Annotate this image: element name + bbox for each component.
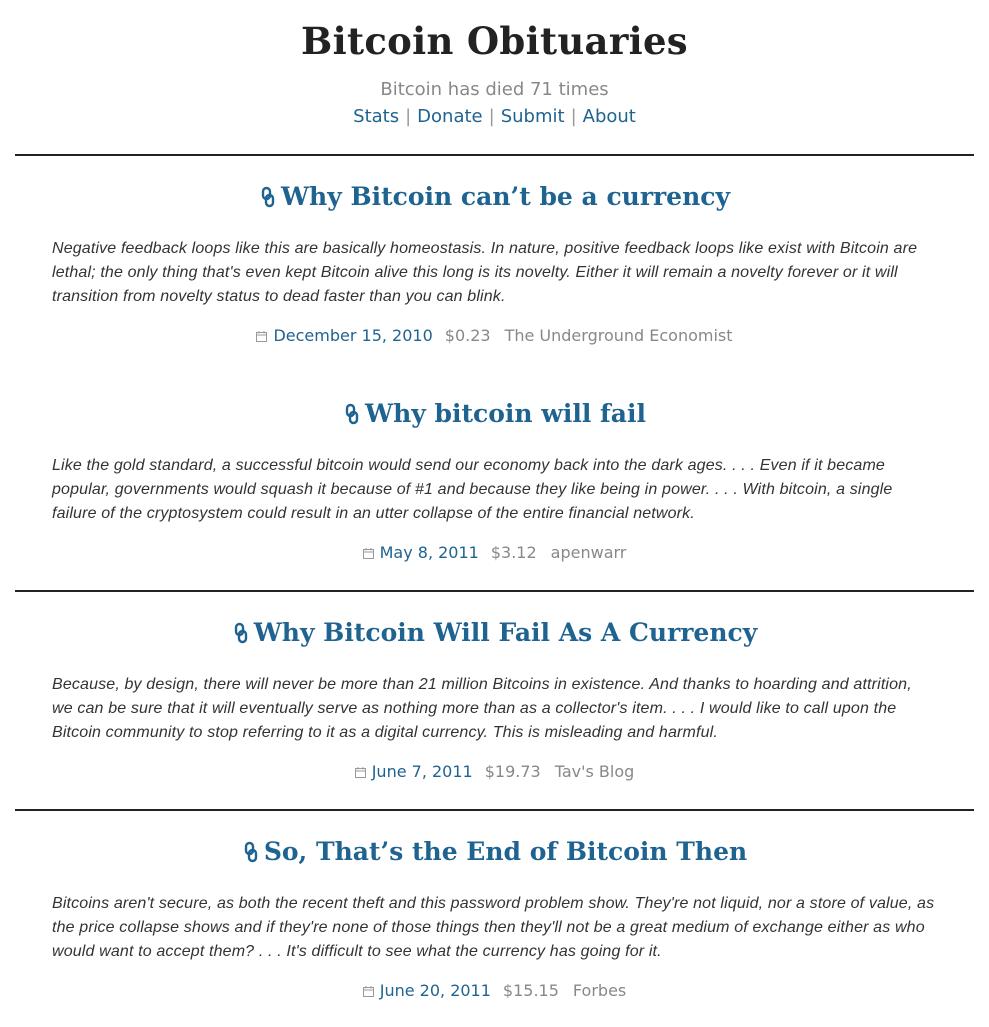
link-chain-icon <box>345 403 359 425</box>
death-count-tagline: Bitcoin has died 71 times <box>380 79 609 100</box>
entry-title: So, That’s the End of Bitcoin Then <box>0 835 989 869</box>
entry-meta: June 7, 2011 $19.73 Tav's Blog <box>0 761 989 783</box>
entry-title-link[interactable]: So, That’s the End of Bitcoin Then <box>242 837 747 866</box>
site-header: Bitcoin Obituaries Bitcoin has died 71 t… <box>0 0 989 129</box>
entry-date-link[interactable]: December 15, 2010 <box>273 326 432 345</box>
entry-quote: Because, by design, there will never be … <box>52 676 912 741</box>
link-chain-icon <box>261 186 275 208</box>
entry-source: Tav's Blog <box>554 762 635 781</box>
link-chain-icon <box>244 841 258 863</box>
entry-quote: Like the gold standard, a successful bit… <box>52 457 893 522</box>
entry-date-link[interactable]: May 8, 2011 <box>380 543 479 562</box>
entry-meta: May 8, 2011 $3.12 apenwarr <box>0 542 989 564</box>
entry-title-text: Why Bitcoin can’t be a currency <box>280 182 731 211</box>
entry-date-link[interactable]: June 7, 2011 <box>372 762 473 781</box>
entry-title-text: So, That’s the End of Bitcoin Then <box>263 837 748 866</box>
entry-price: $15.15 <box>502 981 559 1000</box>
nav-separator: | <box>405 106 412 127</box>
entry-date-link[interactable]: June 20, 2011 <box>380 981 491 1000</box>
calendar-icon <box>354 767 366 778</box>
main-nav: Stats | Donate | Submit | About <box>0 105 989 129</box>
calendar-icon <box>362 548 374 559</box>
nav-about-link[interactable]: About <box>583 106 636 127</box>
entry-price: $0.23 <box>444 326 491 345</box>
link-chain-icon <box>234 622 247 644</box>
entry-meta: December 15, 2010 $0.23 The Underground Ec… <box>0 325 989 347</box>
entry-price: $19.73 <box>484 762 541 781</box>
entry-meta: June 20, 2011 $15.15 Forbes <box>0 980 989 1002</box>
entry-source: Forbes <box>572 981 627 1000</box>
entry-title-text: Why Bitcoin Will Fail As A Currency <box>253 618 758 647</box>
obituary-entry: Why Bitcoin Will Fail As A Currency Beca… <box>0 592 989 783</box>
nav-submit-link[interactable]: Submit <box>501 106 565 127</box>
nav-donate-link[interactable]: Donate <box>417 106 482 127</box>
entry-quote: Negative feedback loops like this are ba… <box>52 240 918 305</box>
nav-separator: | <box>488 106 495 127</box>
entry-title-text: Why bitcoin will fail <box>365 399 646 428</box>
entry-title-link[interactable]: Why Bitcoin can’t be a currency <box>259 182 730 211</box>
nav-stats-link[interactable]: Stats <box>353 106 399 127</box>
entry-quote: Bitcoins aren't secure, as both the rece… <box>52 895 935 960</box>
nav-separator: | <box>570 106 577 127</box>
obituary-entry: Why Bitcoin can’t be a currency Negative… <box>0 156 989 347</box>
entry-source: The Underground Economist <box>504 326 733 345</box>
entry-price: $3.12 <box>490 543 537 562</box>
entry-title: Why bitcoin will fail <box>0 397 989 431</box>
entry-title: Why Bitcoin Will Fail As A Currency <box>0 616 989 650</box>
obituary-entry: So, That’s the End of Bitcoin Then Bitco… <box>0 811 989 1002</box>
calendar-icon <box>362 986 374 997</box>
entry-source: apenwarr <box>550 543 627 562</box>
calendar-icon <box>256 331 268 342</box>
entry-title-link[interactable]: Why bitcoin will fail <box>343 399 646 428</box>
entry-title: Why Bitcoin can’t be a currency <box>0 180 989 214</box>
site-title: Bitcoin Obituaries <box>301 19 688 63</box>
obituary-entry: Why bitcoin will fail Like the gold stan… <box>0 347 989 564</box>
entry-title-link[interactable]: Why Bitcoin Will Fail As A Currency <box>232 618 758 647</box>
